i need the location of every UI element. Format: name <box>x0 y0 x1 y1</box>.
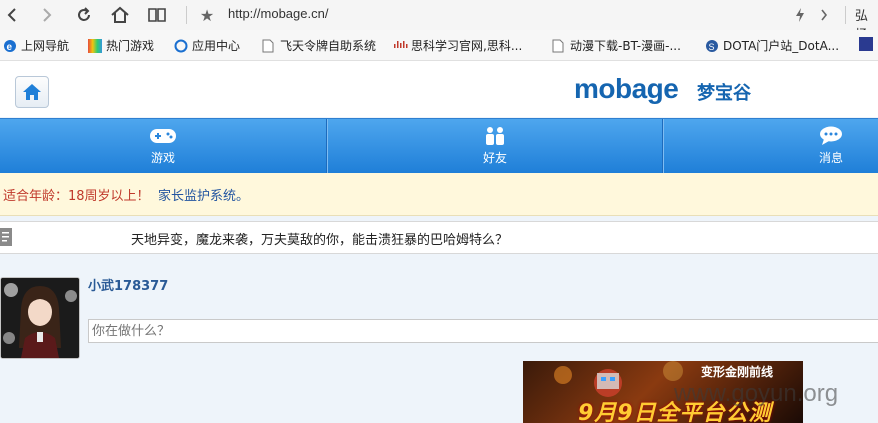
notice-icon <box>0 228 12 246</box>
bookmark-item[interactable]: e 上网导航 <box>3 37 69 54</box>
tab-games[interactable]: 游戏 <box>0 119 326 173</box>
mobage-logo[interactable]: mobage <box>574 73 679 105</box>
ie-icon: e <box>3 39 17 53</box>
site-header: mobage 梦宝谷 <box>0 61 878 117</box>
games-icon <box>88 38 102 53</box>
forward-button[interactable] <box>36 4 58 26</box>
refresh-icon <box>78 7 90 21</box>
message-icon <box>820 126 842 145</box>
home-icon <box>23 84 41 100</box>
bookmark-overflow[interactable] <box>859 37 873 51</box>
page-icon <box>262 39 276 53</box>
more-button[interactable] <box>813 4 835 26</box>
lightning-icon <box>796 8 804 22</box>
age-notice: 适合年龄：18周岁以上！ 家长监护系统。 <box>0 173 878 216</box>
book-icon <box>148 8 166 22</box>
status-input[interactable] <box>88 319 878 343</box>
tab-friends[interactable]: 好友 <box>328 119 662 173</box>
toolbar-divider <box>845 6 846 24</box>
back-arrow-icon <box>7 8 16 22</box>
reading-mode-button[interactable] <box>146 4 168 26</box>
favorite-button[interactable]: ★ <box>196 4 218 26</box>
bookmark-item[interactable]: 动漫下载-BT-漫画-... <box>552 37 681 54</box>
home-button[interactable] <box>15 76 49 108</box>
svg-text:e: e <box>7 42 13 53</box>
announcement-bar[interactable]: 天地异变，魔龙来袭，万夫莫敌的你，能击溃狂暴的巴哈姆特么？ <box>0 221 878 254</box>
main-tab-bar: 游戏 好友 消息 <box>0 118 878 173</box>
star-icon: ★ <box>199 5 215 25</box>
gamepad-icon <box>150 128 176 143</box>
app-center-icon <box>174 39 188 53</box>
bookmark-item[interactable]: 热门游戏 <box>88 37 154 54</box>
bookmark-item[interactable]: 思科学习官网,思科... <box>393 37 522 54</box>
banner-title: 变形金刚前线 <box>701 365 774 379</box>
bookmark-item[interactable]: S DOTA门户站_DotA... <box>705 37 839 54</box>
back-button[interactable] <box>1 4 23 26</box>
avatar-image <box>1 278 79 358</box>
tab-messages[interactable]: 消息 <box>664 119 878 173</box>
bookmark-item[interactable]: 应用中心 <box>174 37 240 54</box>
page-icon <box>552 39 566 53</box>
chevron-right-icon <box>821 9 828 21</box>
watermark: www.goyun.org <box>674 380 839 407</box>
dota-icon: S <box>705 39 719 53</box>
announcement-text: 天地异变，魔龙来袭，万夫莫敌的你，能击溃狂暴的巴哈姆特么？ <box>131 233 509 248</box>
username[interactable]: 小武178377 <box>88 275 168 294</box>
refresh-button[interactable] <box>73 4 95 26</box>
age-requirement: 适合年龄：18周岁以上！ <box>3 189 150 204</box>
browser-toolbar: ★ http://mobage.cn/ 弘扬 <box>0 0 878 43</box>
forward-arrow-icon <box>43 8 52 22</box>
mobage-logo-cn: 梦宝谷 <box>697 83 751 104</box>
avatar[interactable] <box>0 277 80 359</box>
svg-text:S: S <box>709 42 715 52</box>
friends-icon <box>486 127 504 145</box>
home-nav-button[interactable] <box>109 4 131 26</box>
guardian-system-link[interactable]: 家长监护系统。 <box>158 185 249 204</box>
bookmarks-bar: e 上网导航 热门游戏 应用中心 飞天令牌自助系统 思科学习官网,思科... 动… <box>0 30 878 61</box>
cisco-icon <box>393 39 408 53</box>
home-outline-icon <box>111 6 129 23</box>
address-bar[interactable]: http://mobage.cn/ <box>228 6 328 21</box>
toolbar-divider <box>186 6 187 24</box>
quick-action-button[interactable] <box>789 4 811 26</box>
bookmark-item[interactable]: 飞天令牌自助系统 <box>262 37 376 54</box>
bookmark-overflow-icon <box>859 37 873 51</box>
